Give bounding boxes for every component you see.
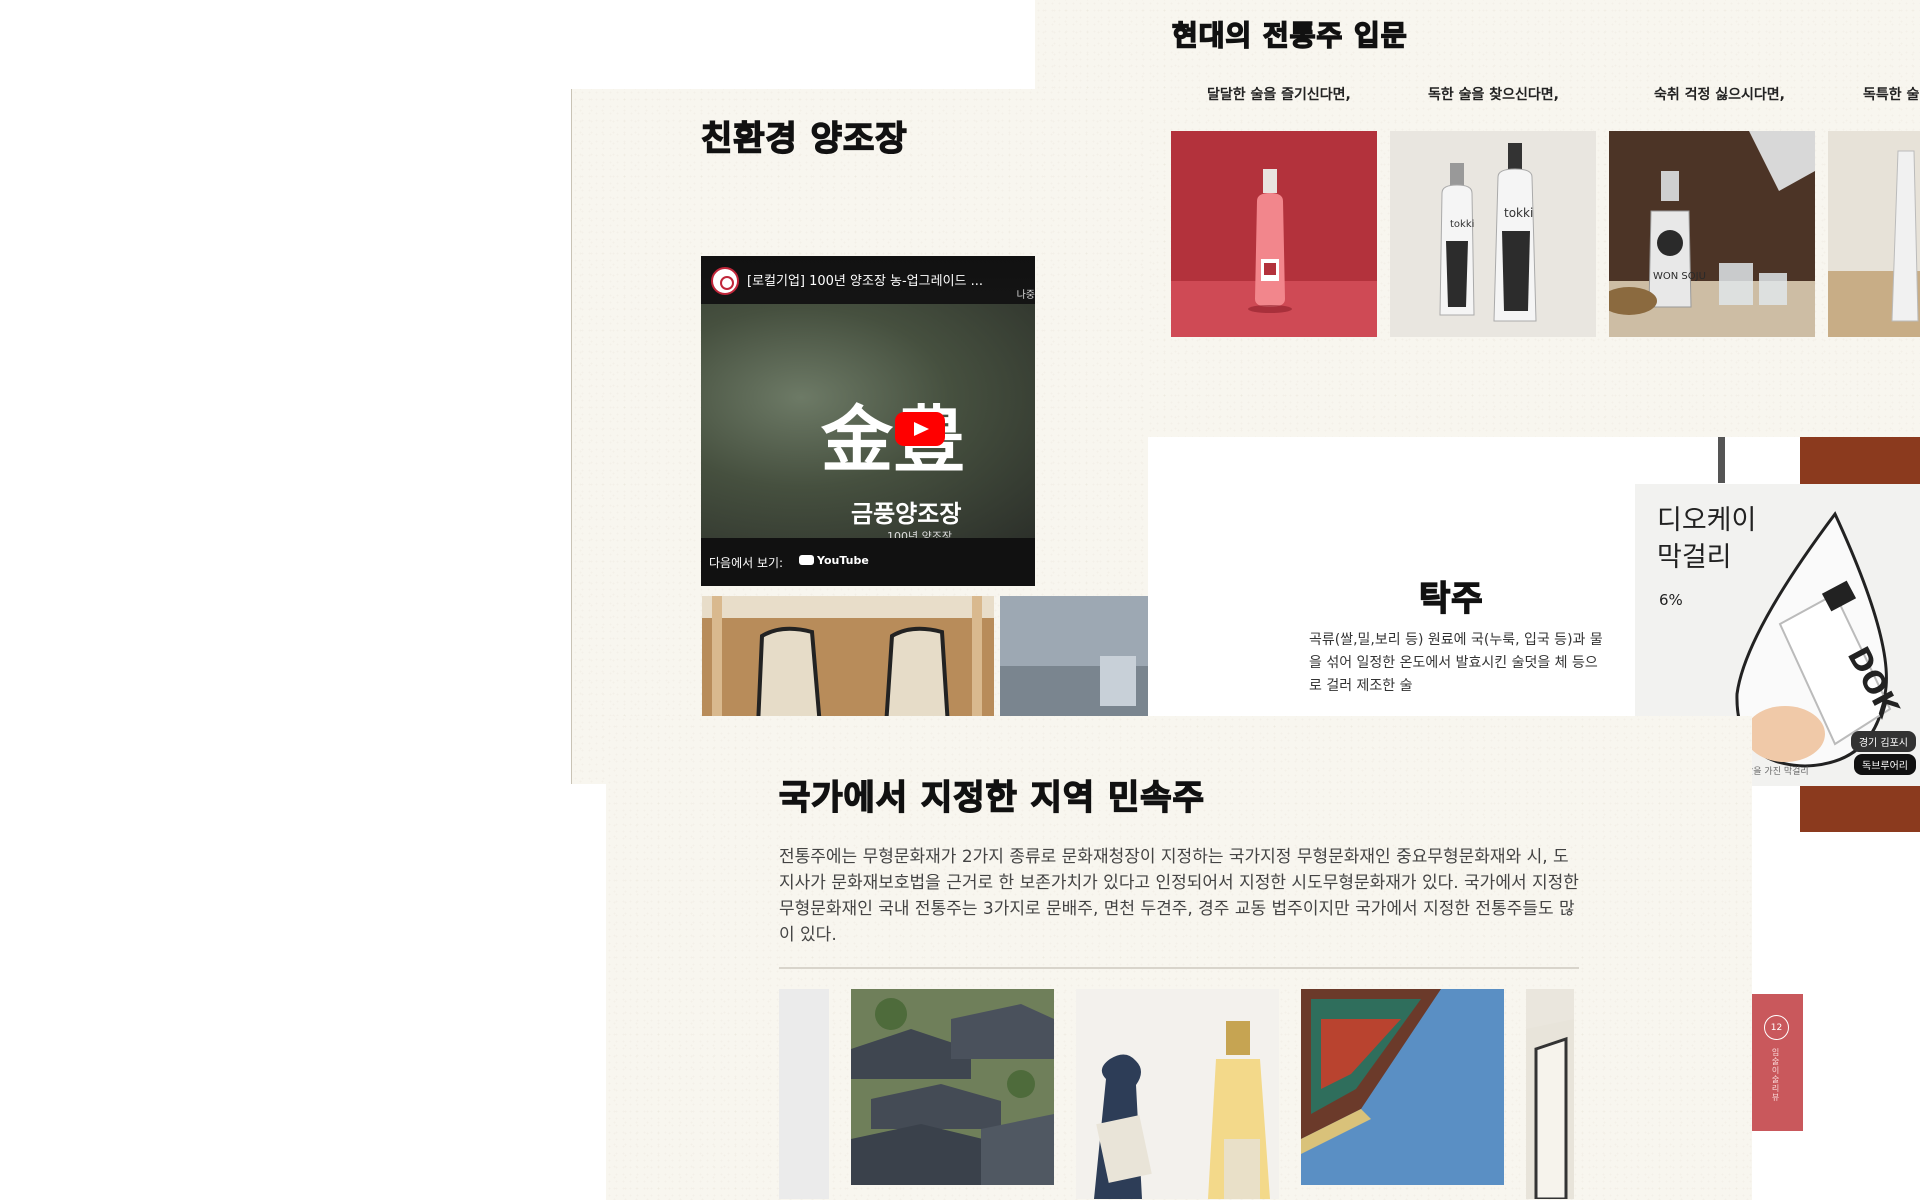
video-sub-text: 금풍양조장: [851, 499, 962, 528]
traditional-roof-photo[interactable]: [1301, 989, 1504, 1185]
side-review-tab[interactable]: 12 임술이술리뷰: [1752, 994, 1803, 1131]
sweet-liquor-image[interactable]: [1171, 131, 1377, 337]
folk-title: 국가에서 지정한 지역 민속주: [778, 777, 1205, 819]
folk-liquor-bottles-photo[interactable]: [1076, 989, 1279, 1199]
strong-liquor-image[interactable]: tokki tokki: [1390, 131, 1596, 337]
product-abv: 6%: [1659, 591, 1683, 609]
video-thumbnail: 金豊 금풍양조장 100년 양조장: [701, 304, 1035, 543]
intro-section: 현대의 전통주 입문 달달한 술을 즐기신다면, 독한 술을 찾으신다면, 숙취…: [1035, 0, 1920, 440]
brewery-tag: 독브루어리: [1854, 754, 1916, 775]
folk-liquor-section: 국가에서 지정한 지역 민속주 전통주에는 무형문화재가 2가지 종류로 문화재…: [606, 716, 1752, 1200]
brewery-photo-2[interactable]: [1000, 596, 1148, 726]
video-header: [로컬기업] 100년 양조장 농-업그레이드 ... 나중: [701, 256, 1035, 304]
youtube-video-embed[interactable]: 金豊 금풍양조장 100년 양조장 [로컬기업] 100년 양조장 농-업그레이…: [701, 256, 1035, 586]
side-tab-text: 임술이술리뷰: [1771, 1048, 1780, 1102]
play-icon[interactable]: [895, 412, 945, 446]
watch-later-label[interactable]: 나중: [1017, 286, 1035, 301]
takju-description: 곡류(쌀,밀,보리 등) 원료에 국(누룩, 입국 등)과 물을 섞어 일정한 …: [1309, 632, 1603, 694]
hanok-village-photo[interactable]: [851, 989, 1054, 1185]
no-hangover-liquor-image[interactable]: WON SOJU: [1609, 131, 1815, 337]
channel-avatar[interactable]: [711, 267, 739, 295]
product-caption: 맛을 가진 막걸리: [1745, 767, 1809, 777]
category-label-sweet: 달달한 술을 즐기신다면,: [1207, 87, 1351, 103]
folk-photo-partial-right[interactable]: [1526, 989, 1574, 1199]
video-footer: 다음에서 보기: YouTube: [701, 538, 1035, 586]
folk-description: 전통주에는 무형문화재가 2가지 종류로 문화재청장이 지정하는 국가지정 무형…: [779, 847, 1579, 945]
divider: [779, 967, 1579, 969]
tokki-label-small: tokki: [1450, 219, 1474, 230]
side-tab-number: 12: [1764, 1015, 1789, 1040]
unique-liquor-image[interactable]: [1828, 131, 1920, 337]
intro-title: 현대의 전통주 입문: [1171, 18, 1408, 53]
category-label-unique: 독특한 술: [1863, 87, 1920, 103]
brewery-photo-1[interactable]: [702, 596, 994, 726]
watch-on-label: 다음에서 보기:: [709, 556, 784, 570]
folk-photo-partial-left[interactable]: [779, 989, 829, 1199]
youtube-logo[interactable]: YouTube: [799, 554, 869, 567]
tokki-label-large: tokki: [1504, 206, 1533, 220]
decorative-bar: [1718, 437, 1725, 483]
brewery-section: 친환경 양조장 金豊 금풍양조장 100년 양조장 [로컬기업] 100년 양조…: [571, 89, 1148, 784]
location-tag: 경기 김포시: [1850, 731, 1916, 752]
brewery-title: 친환경 양조장: [700, 118, 908, 160]
takju-title: 탁주: [1418, 578, 1484, 620]
category-label-hangover: 숙취 걱정 싫으시다면,: [1654, 87, 1785, 103]
category-label-strong: 독한 술을 찾으신다면,: [1428, 87, 1559, 103]
video-title[interactable]: [로컬기업] 100년 양조장 농-업그레이드 ...: [747, 270, 983, 289]
won-soju-label: WON SOJU: [1653, 271, 1706, 282]
